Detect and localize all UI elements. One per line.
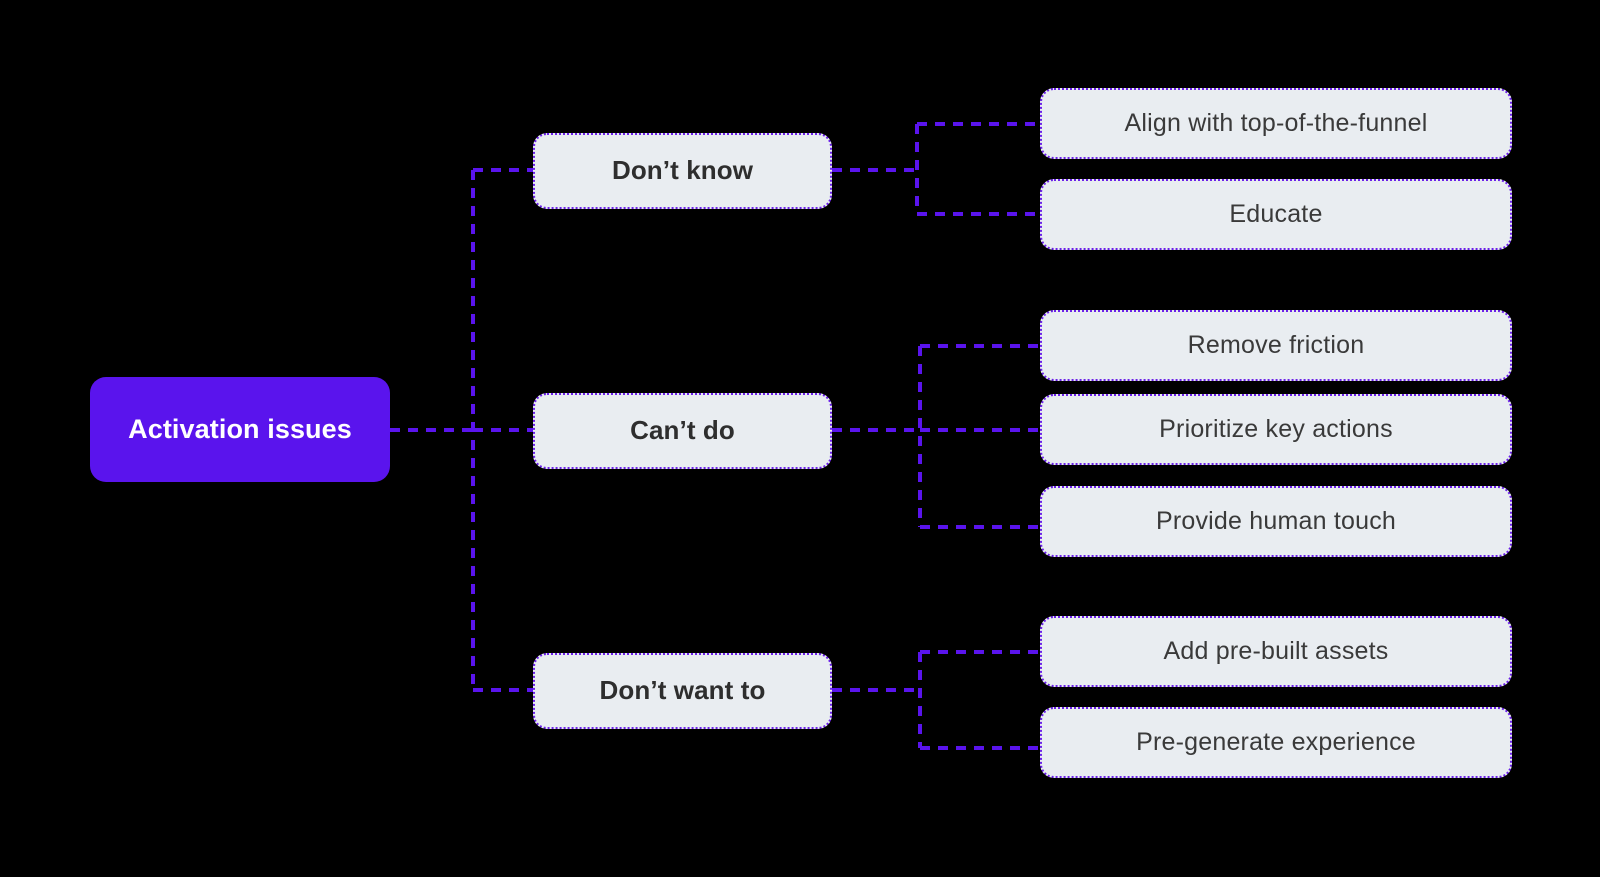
root-node-label: Activation issues — [128, 413, 352, 444]
leaf-node-label: Educate — [1229, 200, 1323, 229]
leaf-node-label: Add pre-built assets — [1163, 637, 1389, 666]
leaf-node-remove-friction[interactable]: Remove friction — [1040, 310, 1512, 381]
branch-node-cant-do[interactable]: Can’t do — [533, 393, 832, 469]
leaf-node-label: Pre-generate experience — [1136, 728, 1416, 757]
branch-node-dont-know[interactable]: Don’t know — [533, 133, 832, 209]
branch-node-label: Can’t do — [630, 415, 735, 446]
branch-node-label: Don’t know — [611, 155, 754, 186]
branch-node-dont-want-to[interactable]: Don’t want to — [533, 653, 832, 729]
leaf-node-label: Prioritize key actions — [1159, 415, 1393, 444]
branch-node-label: Don’t want to — [599, 675, 766, 706]
leaf-node-label: Provide human touch — [1155, 507, 1397, 536]
leaf-node-pre-generate-experience[interactable]: Pre-generate experience — [1040, 707, 1512, 778]
leaf-node-label: Remove friction — [1187, 331, 1365, 360]
leaf-node-educate[interactable]: Educate — [1040, 179, 1512, 250]
leaf-node-provide-human-touch[interactable]: Provide human touch — [1040, 486, 1512, 557]
diagram-canvas: Activation issues Don’t know Align with … — [0, 0, 1600, 877]
leaf-node-prioritize-key-actions[interactable]: Prioritize key actions — [1040, 394, 1512, 465]
root-node-activation-issues[interactable]: Activation issues — [90, 377, 390, 482]
leaf-node-label: Align with top-of-the-funnel — [1124, 109, 1428, 138]
leaf-node-align-with-top-of-the-funnel[interactable]: Align with top-of-the-funnel — [1040, 88, 1512, 159]
leaf-node-add-pre-built-assets[interactable]: Add pre-built assets — [1040, 616, 1512, 687]
